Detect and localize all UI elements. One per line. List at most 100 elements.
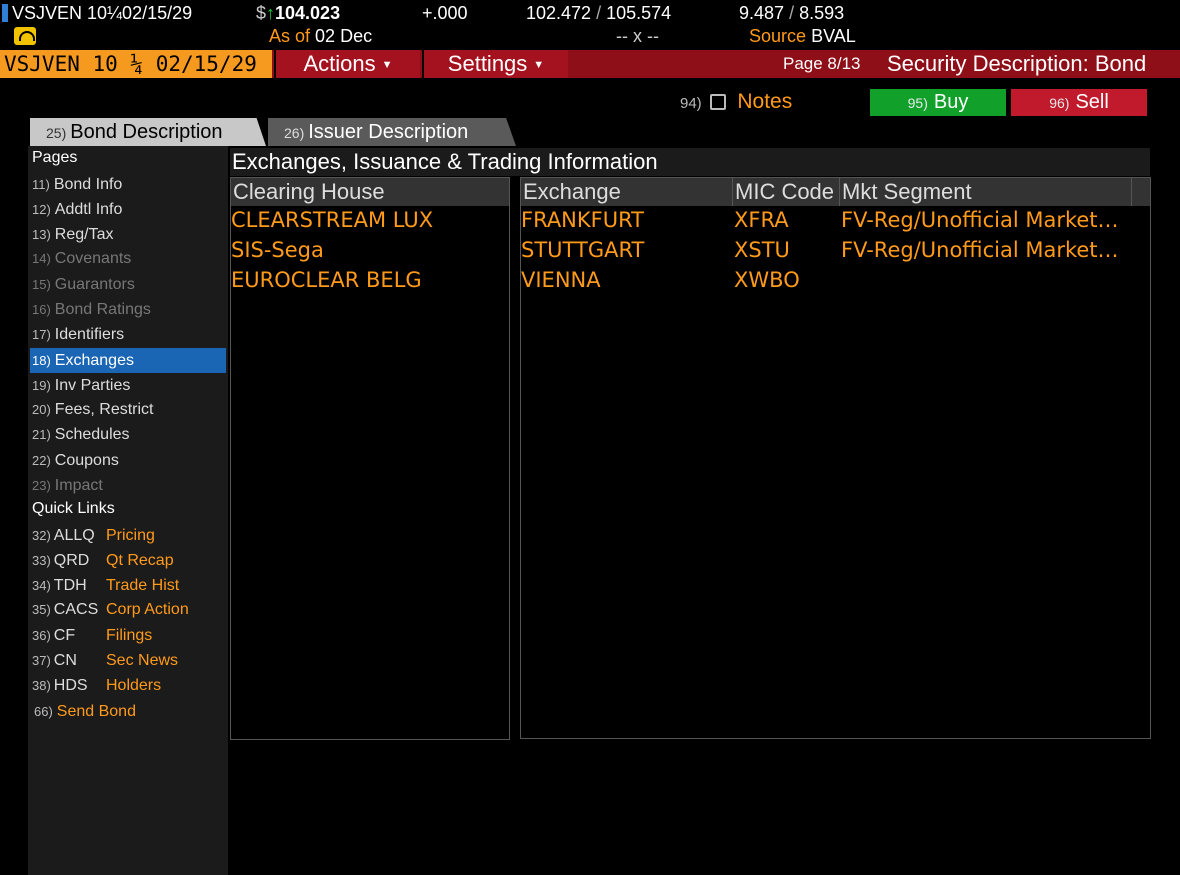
item-label: Bond Ratings — [54, 301, 151, 318]
sidebar-item-coupons[interactable]: 22) Coupons — [32, 448, 225, 473]
tab-issuer-description[interactable]: 26) Issuer Description — [268, 118, 516, 146]
price-change: +.000 — [422, 3, 468, 23]
link-number: 36) — [32, 628, 51, 643]
clearing-house-row: EUROCLEAR BELG — [231, 268, 422, 292]
quick-link-qrd[interactable]: 33) QRD Qt Recap — [32, 548, 174, 573]
actions-menu-button[interactable]: Actions ▼ — [274, 50, 420, 78]
sidebar-item-reg-tax[interactable]: 13) Reg/Tax — [32, 222, 225, 247]
quick-link-cn[interactable]: 37) CN Sec News — [32, 648, 178, 673]
mkt-segment-cell: FV-Reg/Unofficial Market… — [841, 208, 1119, 232]
sidebar-item-impact: 23) Impact — [32, 473, 225, 498]
link-code: CF — [53, 627, 76, 644]
caret-down-icon: ▼ — [533, 59, 545, 72]
clearing-house-row: SIS-Sega — [231, 238, 324, 262]
clearing-house-row: CLEARSTREAM LUX — [231, 208, 434, 232]
column-header-exchange[interactable]: Exchange — [521, 178, 733, 206]
link-number: 35) — [32, 602, 51, 617]
item-number: 18) — [32, 353, 51, 368]
quick-link-tdh[interactable]: 34) TDH Trade Hist — [32, 573, 179, 598]
sell-button[interactable]: 96) Sell — [1011, 89, 1147, 116]
quick-link-cacs[interactable]: 35) CACS Corp Action — [32, 597, 189, 622]
item-number: 19) — [32, 378, 51, 393]
clearing-house-panel: Clearing House CLEARSTREAM LUX SIS-Sega … — [230, 177, 510, 740]
column-header-spacer — [1132, 178, 1150, 206]
security-color-marker — [2, 4, 8, 22]
item-number: 20) — [32, 402, 51, 417]
item-label: Impact — [54, 477, 103, 494]
pages-heading: Pages — [32, 149, 78, 166]
notes-label: Notes — [737, 90, 793, 113]
sidebar-item-bond-info[interactable]: 11) Bond Info — [32, 172, 225, 197]
item-label: Inv Parties — [54, 377, 131, 394]
link-label: Qt Recap — [106, 552, 174, 569]
quick-links-heading: Quick Links — [32, 500, 115, 517]
page-indicator: Page 8/13 — [783, 54, 861, 73]
item-label: Guarantors — [54, 276, 135, 293]
exchange-cell: FRANKFURT — [521, 208, 645, 232]
item-label: Schedules — [54, 426, 130, 443]
bid-ask-size: -- x -- — [616, 26, 659, 46]
source-label: Source — [749, 26, 807, 46]
link-code: CN — [53, 652, 77, 669]
function-bar: VSJVEN 10 ¼ 02/15/29 Actions ▼ Settings ▼ … — [0, 50, 1180, 78]
settings-menu-button[interactable]: Settings ▼ — [422, 50, 568, 78]
item-label: Addtl Info — [54, 201, 123, 218]
link-label: Send Bond — [56, 703, 136, 720]
quick-link-cf[interactable]: 36) CF Filings — [32, 623, 152, 648]
column-header-clearing-house[interactable]: Clearing House — [231, 178, 509, 206]
item-number: 15) — [32, 277, 51, 292]
sidebar-item-fees-restrict[interactable]: 20) Fees, Restrict — [32, 397, 225, 422]
tab-number: 26) — [284, 125, 305, 141]
item-number: 17) — [32, 327, 51, 342]
item-number: 12) — [32, 202, 51, 217]
item-label: Exchanges — [54, 352, 134, 369]
settings-label: Settings — [447, 51, 528, 76]
column-header-mic-code[interactable]: MIC Code — [733, 178, 840, 206]
sell-number: 96) — [1049, 95, 1070, 111]
ask-price: 105.574 — [606, 3, 672, 23]
link-code: QRD — [53, 552, 90, 569]
mic-code-cell: XWBO — [734, 268, 800, 292]
notes-button[interactable]: 94) Notes — [680, 90, 792, 114]
link-code: TDH — [53, 577, 87, 594]
link-number: 33) — [32, 553, 51, 568]
link-label: Corp Action — [106, 601, 189, 618]
as-of-label: As of — [269, 26, 311, 46]
sidebar-item-exchanges[interactable]: 18) Exchanges — [30, 348, 226, 373]
send-bond-link[interactable]: 66) Send Bond — [34, 699, 136, 724]
gauge-icon[interactable] — [14, 27, 36, 45]
quick-link-hds[interactable]: 38) HDS Holders — [32, 673, 161, 698]
quote-strip: VSJVEN 10¼02/15/29 $↑104.023 As of 02 De… — [0, 0, 1180, 48]
notes-number: 94) — [680, 95, 702, 112]
quick-link-allq[interactable]: 32) ALLQ Pricing — [32, 523, 155, 548]
tab-number: 25) — [46, 125, 67, 141]
buy-button[interactable]: 95) Buy — [870, 89, 1006, 116]
exchanges-panel: Exchange MIC Code Mkt Segment FRANKFURT … — [520, 177, 1151, 739]
sidebar-item-schedules[interactable]: 21) Schedules — [32, 422, 225, 447]
link-label: Sec News — [106, 652, 179, 669]
source-value: BVAL — [811, 26, 856, 46]
mkt-segment-cell: FV-Reg/Unofficial Market… — [841, 238, 1119, 262]
sidebar-item-covenants: 14) Covenants — [32, 246, 225, 271]
column-header-mkt-segment[interactable]: Mkt Segment — [840, 178, 1132, 206]
sidebar-item-identifiers[interactable]: 17) Identifiers — [32, 322, 225, 347]
link-label: Filings — [106, 627, 153, 644]
sidebar-item-inv-parties[interactable]: 19) Inv Parties — [32, 373, 225, 398]
security-ticker-field[interactable]: VSJVEN 10 ¼ 02/15/29 — [0, 50, 272, 78]
actions-label: Actions — [303, 51, 376, 76]
item-label: Covenants — [54, 250, 132, 267]
screen-title: Security Description: Bond — [887, 51, 1147, 76]
sidebar-item-addtl-info[interactable]: 12) Addtl Info — [32, 197, 225, 222]
item-label: Reg/Tax — [54, 226, 114, 243]
item-number: 13) — [32, 227, 51, 242]
tab-bond-description[interactable]: 25) Bond Description — [30, 118, 266, 146]
item-label: Coupons — [54, 452, 119, 469]
last-price: 104.023 — [275, 3, 341, 23]
bid-price: 102.472 — [526, 3, 592, 23]
item-number: 23) — [32, 478, 51, 493]
yield-separator: / — [789, 3, 795, 23]
as-of-date: 02 Dec — [315, 26, 373, 46]
item-number: 21) — [32, 427, 51, 442]
bid-ask-separator: / — [596, 3, 602, 23]
sidebar: Pages 11) Bond Info 12) Addtl Info 13) Reg/… — [28, 146, 228, 875]
